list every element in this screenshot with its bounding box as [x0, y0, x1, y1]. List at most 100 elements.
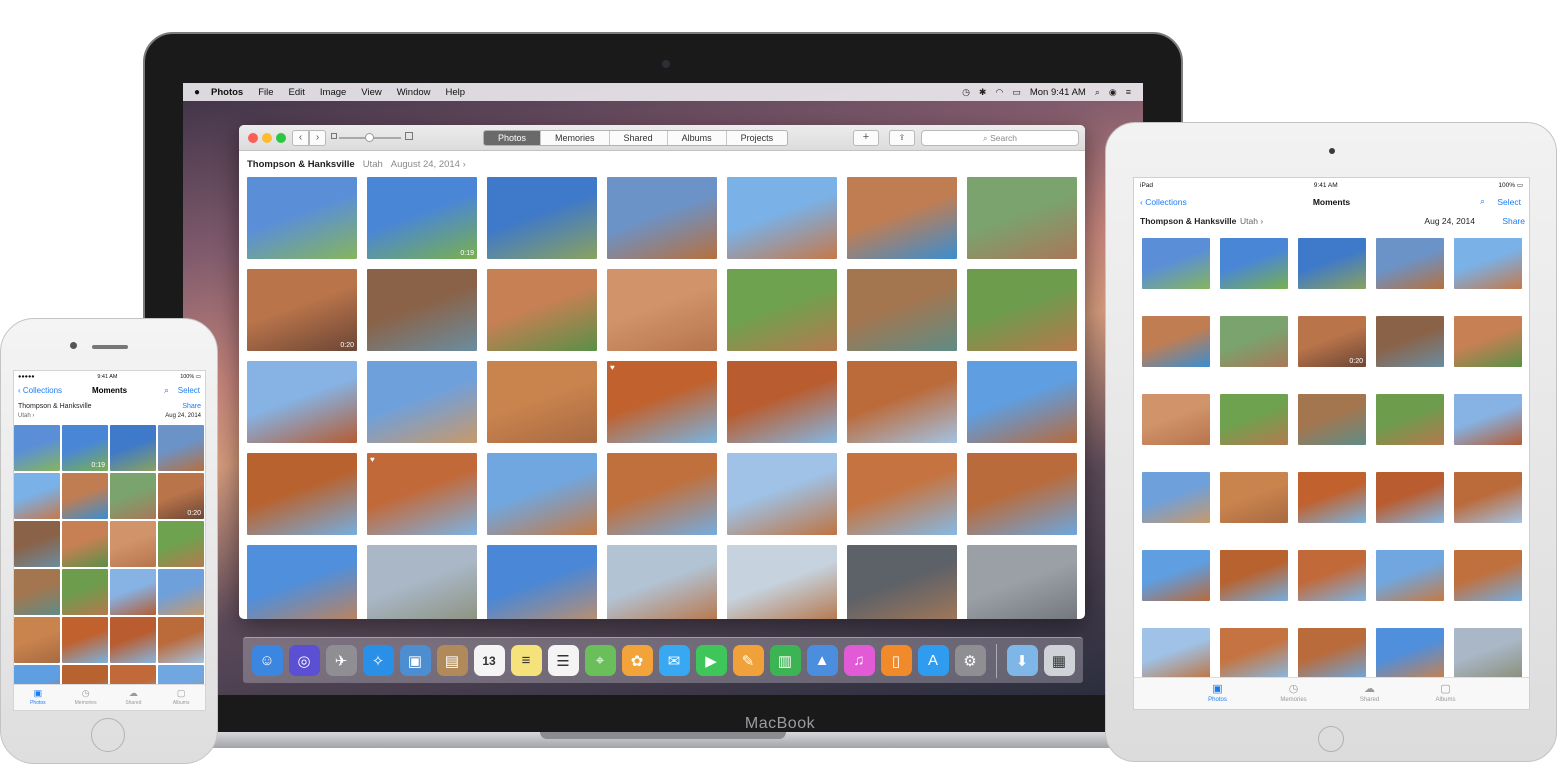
- iphone-photo-thumbnail[interactable]: [62, 617, 108, 663]
- iphone-photo-thumbnail[interactable]: [14, 521, 60, 567]
- iphone-photo-thumbnail[interactable]: [110, 425, 156, 471]
- iphone-photo-thumbnail[interactable]: [14, 569, 60, 615]
- mac-photo-thumbnail[interactable]: [727, 545, 837, 619]
- mac-photo-thumbnail[interactable]: [487, 269, 597, 351]
- mac-photo-thumbnail[interactable]: [487, 177, 597, 259]
- ipad-photo-thumbnail[interactable]: [1298, 238, 1366, 289]
- mac-photo-thumbnail[interactable]: [727, 269, 837, 351]
- mac-photo-thumbnail[interactable]: [487, 453, 597, 535]
- ipad-photo-thumbnail[interactable]: [1142, 394, 1210, 445]
- ipad-photo-thumbnail[interactable]: [1454, 394, 1522, 445]
- mac-photo-thumbnail[interactable]: [247, 361, 357, 443]
- wifi-icon[interactable]: ◠: [995, 87, 1003, 98]
- ipad-tab-photos[interactable]: ▣ Photos: [1198, 678, 1238, 709]
- close-button[interactable]: [248, 133, 258, 143]
- siri-icon[interactable]: ◎: [288, 645, 320, 676]
- iphone-photo-thumbnail[interactable]: [62, 521, 108, 567]
- menu-window[interactable]: Window: [397, 87, 431, 98]
- ipad-photo-thumbnail[interactable]: [1376, 472, 1444, 523]
- mac-photo-thumbnail[interactable]: [247, 177, 357, 259]
- menu-edit[interactable]: Edit: [289, 87, 305, 98]
- mac-photo-thumbnail[interactable]: [847, 361, 957, 443]
- safari-icon[interactable]: ✧: [362, 645, 394, 676]
- tab-albums[interactable]: Albums: [668, 131, 727, 145]
- ipad-tab-shared[interactable]: ☁ Shared: [1350, 678, 1390, 709]
- iphone-photo-thumbnail[interactable]: [14, 617, 60, 663]
- ipad-photo-thumbnail[interactable]: 0:20: [1298, 316, 1366, 367]
- iphone-tab-albums[interactable]: ▢ Albums: [163, 685, 199, 710]
- ipad-tab-albums[interactable]: ▢ Albums: [1426, 678, 1466, 709]
- mac-photo-thumbnail[interactable]: [727, 177, 837, 259]
- fullscreen-button[interactable]: [276, 133, 286, 143]
- mac-photo-thumbnail[interactable]: [847, 269, 957, 351]
- menu-clock[interactable]: Mon 9:41 AM: [1030, 87, 1086, 98]
- contacts-icon[interactable]: ▤: [436, 645, 468, 676]
- ipad-photo-thumbnail[interactable]: [1454, 628, 1522, 679]
- apple-menu-icon[interactable]: ●: [183, 87, 211, 98]
- ipad-photo-thumbnail[interactable]: [1142, 316, 1210, 367]
- iphone-photo-thumbnail[interactable]: [14, 425, 60, 471]
- menu-help[interactable]: Help: [446, 87, 466, 98]
- pages-icon[interactable]: ✎: [732, 645, 764, 676]
- ipad-photo-thumbnail[interactable]: [1220, 394, 1288, 445]
- ipad-photo-thumbnail[interactable]: [1142, 628, 1210, 679]
- preview-icon[interactable]: ▣: [399, 645, 431, 676]
- numbers-icon[interactable]: ▥: [769, 645, 801, 676]
- iphone-tab-memories[interactable]: ◷ Memories: [68, 685, 104, 710]
- keynote-icon[interactable]: ▲: [806, 645, 838, 676]
- iphone-moment-location[interactable]: Utah ›: [18, 413, 34, 419]
- time-machine-icon[interactable]: ◷: [962, 87, 970, 98]
- mac-photo-thumbnail[interactable]: [607, 177, 717, 259]
- messages-icon[interactable]: ✉: [658, 645, 690, 676]
- moment-date[interactable]: August 24, 2014 ›: [391, 159, 466, 170]
- ipad-photo-thumbnail[interactable]: [1376, 238, 1444, 289]
- downloads-folder-icon[interactable]: ⬇: [1006, 645, 1038, 676]
- share-button[interactable]: ⇪: [889, 130, 915, 146]
- iphone-photo-thumbnail[interactable]: [110, 521, 156, 567]
- ipad-photo-thumbnail[interactable]: [1298, 550, 1366, 601]
- ipad-tab-memories[interactable]: ◷ Memories: [1274, 678, 1314, 709]
- app-store-icon[interactable]: A: [917, 645, 949, 676]
- ipad-photo-thumbnail[interactable]: [1376, 394, 1444, 445]
- ibooks-icon[interactable]: ▯: [880, 645, 912, 676]
- zoom-slider[interactable]: [339, 133, 401, 142]
- iphone-photo-thumbnail[interactable]: [158, 425, 204, 471]
- ipad-photo-thumbnail[interactable]: [1142, 472, 1210, 523]
- iphone-search-icon[interactable]: ⌕: [164, 385, 169, 396]
- ipad-home-button[interactable]: [1318, 726, 1344, 752]
- ipad-photo-thumbnail[interactable]: [1454, 316, 1522, 367]
- notes-icon[interactable]: ≡: [510, 645, 542, 676]
- iphone-share-button[interactable]: Share: [182, 403, 201, 410]
- mac-photo-thumbnail[interactable]: [367, 361, 477, 443]
- mac-photo-thumbnail[interactable]: [727, 361, 837, 443]
- mac-photo-thumbnail[interactable]: 0:20: [247, 269, 357, 351]
- menu-view[interactable]: View: [361, 87, 381, 98]
- iphone-photo-thumbnail[interactable]: 0:19: [62, 425, 108, 471]
- mac-photo-thumbnail[interactable]: [967, 269, 1077, 351]
- iphone-home-button[interactable]: [91, 718, 125, 752]
- menu-photos[interactable]: Photos: [211, 87, 243, 98]
- bluetooth-icon[interactable]: ✱: [979, 87, 987, 98]
- zoom-slider-knob[interactable]: [365, 133, 374, 142]
- mac-photo-thumbnail[interactable]: [487, 545, 597, 619]
- notification-center-icon[interactable]: ≡: [1126, 87, 1131, 97]
- mac-photo-thumbnail[interactable]: 0:19: [367, 177, 477, 259]
- ipad-photo-thumbnail[interactable]: [1376, 316, 1444, 367]
- siri-menu-icon[interactable]: ◉: [1109, 87, 1117, 98]
- spotlight-icon[interactable]: ⌕: [1095, 87, 1100, 98]
- calendar-icon[interactable]: 13: [473, 645, 505, 676]
- ipad-photo-thumbnail[interactable]: [1220, 316, 1288, 367]
- photos-icon[interactable]: ✿: [621, 645, 653, 676]
- mac-photo-thumbnail[interactable]: [607, 269, 717, 351]
- iphone-photo-thumbnail[interactable]: [110, 473, 156, 519]
- ipad-search-icon[interactable]: ⌕: [1480, 196, 1485, 207]
- iphone-photo-thumbnail[interactable]: [110, 569, 156, 615]
- mac-photo-thumbnail[interactable]: [607, 453, 717, 535]
- ipad-photo-thumbnail[interactable]: [1142, 238, 1210, 289]
- mac-photo-thumbnail[interactable]: [847, 177, 957, 259]
- mac-photo-thumbnail[interactable]: [367, 545, 477, 619]
- iphone-photo-thumbnail[interactable]: [158, 617, 204, 663]
- ipad-photo-thumbnail[interactable]: [1220, 472, 1288, 523]
- tab-projects[interactable]: Projects: [727, 131, 788, 145]
- mac-photo-thumbnail[interactable]: [727, 453, 837, 535]
